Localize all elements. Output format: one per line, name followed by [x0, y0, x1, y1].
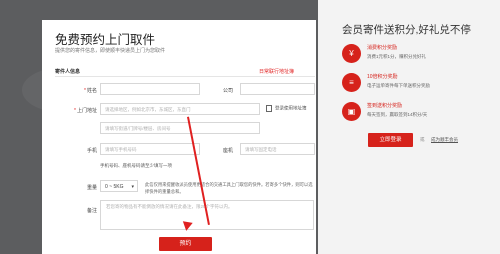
list-icon: ≡ — [342, 73, 361, 92]
coin-icon: ¥ — [342, 44, 361, 63]
section-divider — [55, 76, 315, 77]
landline-input[interactable]: 请填写固定电话 — [240, 143, 315, 155]
chevron-down-icon: ▾ — [131, 184, 134, 190]
page-subtitle: 提供您的寄件信息，即使顺丰快递员上门为您取件 — [55, 48, 166, 54]
benefit-heading: 消费积分奖励 — [367, 45, 398, 51]
address-label-text: 上门地址 — [76, 108, 97, 114]
gift-icon: ▣ — [342, 102, 361, 121]
benefits-title: 会员寄件送积分,好礼兑不停 — [342, 24, 471, 36]
address-label: *上门地址 — [74, 108, 97, 114]
benefit-description: 每天签到，赢取签到14积分/天 — [367, 112, 428, 117]
mobile-input[interactable]: 请填写手机号码 — [100, 143, 200, 155]
page-title: 免费预约上门取件 — [55, 33, 156, 47]
name-label-text: 姓名 — [86, 88, 97, 94]
company-label: 公司 — [222, 88, 233, 94]
address-detail-input[interactable]: 请填写街道/门牌号/楼层、房间号 — [100, 122, 260, 134]
submit-button[interactable]: 预约 — [159, 237, 212, 251]
benefit-heading: 10倍积分奖励 — [367, 74, 398, 80]
weight-label: 重量 — [86, 185, 97, 191]
weight-select[interactable]: 0 ~ 5KG ▾ — [100, 180, 138, 192]
weight-select-value: 0 ~ 5KG — [105, 184, 124, 190]
weight-note: 此信仅用来提醒收派员使用更适合的交通工具上门取您的快件。若寄多个快件，则可以选择… — [145, 182, 313, 194]
note-label: 备注 — [86, 208, 97, 214]
address-book-button-label: 登录使用地址簿 — [275, 105, 307, 111]
or-text: 或 — [420, 137, 425, 142]
name-input[interactable] — [100, 83, 200, 95]
annotation-arrow-head — [181, 221, 193, 232]
benefit-description: 消费1元积1分，赚积分兑好礼 — [367, 54, 427, 59]
mobile-label: 手机 — [86, 148, 97, 154]
address-book-button[interactable]: 登录使用地址簿 — [266, 105, 307, 112]
login-button[interactable]: 立即登录 — [368, 133, 413, 147]
region-select[interactable]: 请选择地区，例如北京市，东城区，东直门 — [100, 103, 260, 115]
company-input[interactable] — [240, 83, 315, 95]
become-member-link[interactable]: 成为顺丰会员 — [431, 137, 458, 143]
section-sender-heading: 寄件人信息 — [55, 69, 81, 75]
phone-tip: 手机号码、座机号码请至少填写一项 — [100, 163, 172, 168]
name-label: *姓名 — [84, 88, 97, 94]
address-book-link[interactable]: 日常联行地址簿 — [259, 68, 294, 75]
book-icon — [266, 105, 272, 112]
benefit-heading: 签到送积分奖励 — [367, 103, 403, 109]
benefit-description: 电子运单寄件每下单送积分奖励 — [367, 83, 430, 88]
